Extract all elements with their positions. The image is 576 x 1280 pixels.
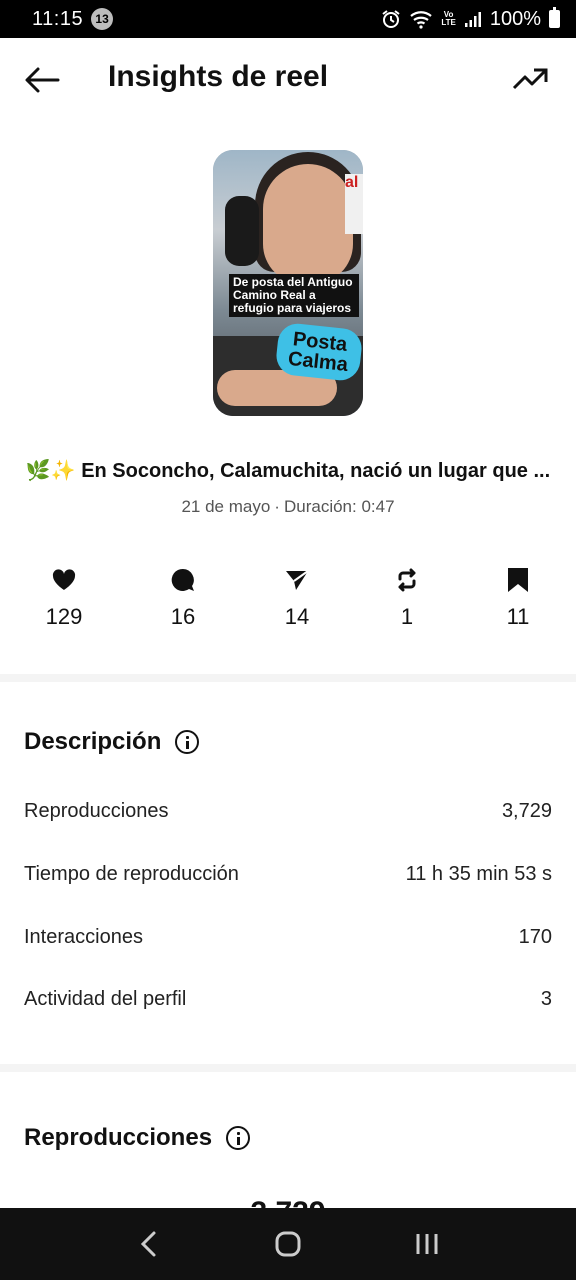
trend-button[interactable] xyxy=(512,64,548,96)
back-arrow-icon xyxy=(25,67,60,93)
nav-back-icon xyxy=(141,1231,156,1257)
views-title: Reproducciones xyxy=(24,1124,251,1152)
metric-row-profile-activity: Actividad del perfil 3 xyxy=(24,988,552,1011)
thumbnail-brand-badge: Posta Calma xyxy=(274,321,363,383)
metric-label: Actividad del perfil xyxy=(24,988,187,1010)
section-divider xyxy=(0,674,576,682)
metric-value: 3,729 xyxy=(501,800,552,822)
metric-value: 11 h 35 min 53 s xyxy=(405,863,552,885)
microphone-icon xyxy=(225,196,259,266)
metric-label: Tiempo de reproducción xyxy=(24,863,239,885)
back-button[interactable] xyxy=(22,64,62,96)
status-bar: 11:15 13 Vo LTE 100% xyxy=(0,0,576,38)
metric-label: Interacciones xyxy=(24,926,143,948)
section-divider xyxy=(0,1064,576,1072)
stat-value: 11 xyxy=(506,604,530,629)
send-icon xyxy=(257,566,337,594)
alarm-icon xyxy=(381,9,401,29)
repost-icon xyxy=(367,566,447,594)
nav-back-button[interactable] xyxy=(129,1224,169,1264)
stat-value: 129 xyxy=(45,604,83,629)
metric-label: Reproducciones xyxy=(24,800,169,822)
views-title-text: Reproducciones xyxy=(24,1124,213,1151)
volte-icon: Vo LTE xyxy=(441,10,456,27)
stat-shares: 14 xyxy=(257,566,337,630)
battery-icon xyxy=(549,7,560,28)
page-title: Insights de reel xyxy=(108,60,329,93)
stat-comments: 16 xyxy=(143,566,223,630)
engagement-stats: 129 16 14 1 11 xyxy=(0,566,576,636)
meta-separator: · xyxy=(274,497,280,516)
wifi-icon xyxy=(409,9,433,29)
stat-value: 16 xyxy=(170,604,196,629)
metric-value: 170 xyxy=(518,926,552,948)
metric-row-watch-time: Tiempo de reproducción 11 h 35 min 53 s xyxy=(24,863,552,886)
stat-saves: 11 xyxy=(478,566,558,630)
status-icons: Vo LTE 100% xyxy=(381,7,560,31)
reel-meta: 21 de mayo · Duración: 0:47 xyxy=(0,497,576,517)
reel-caption[interactable]: 🌿✨ En Soconcho, Calamuchita, nació un lu… xyxy=(0,458,576,483)
bookmark-icon xyxy=(478,566,558,594)
nav-recents-icon xyxy=(416,1234,438,1254)
reel-duration: Duración: 0:47 xyxy=(283,497,395,516)
metric-value: 3 xyxy=(540,988,552,1010)
background-logo: al xyxy=(345,174,363,234)
overview-title: Descripción xyxy=(24,728,200,756)
navigation-bar xyxy=(0,1208,576,1280)
stat-value: 1 xyxy=(400,604,414,629)
metric-row-views: Reproducciones 3,729 xyxy=(24,800,552,823)
metric-row-interactions: Interacciones 170 xyxy=(24,926,552,949)
signal-icon xyxy=(464,10,482,28)
overview-title-text: Descripción xyxy=(24,728,162,755)
thumbnail-face xyxy=(263,164,353,284)
info-icon[interactable] xyxy=(175,730,200,754)
nav-home-button[interactable] xyxy=(268,1224,308,1264)
status-time: 11:15 xyxy=(32,7,84,30)
stat-reposts: 1 xyxy=(367,566,447,630)
reel-date: 21 de mayo xyxy=(181,497,271,516)
trending-up-icon xyxy=(512,68,548,90)
notification-badge: 13 xyxy=(91,8,114,30)
stat-likes: 129 xyxy=(24,566,104,630)
reel-thumbnail[interactable]: al De posta del Antiguo Camino Real a re… xyxy=(213,150,363,416)
nav-home-icon xyxy=(275,1231,301,1257)
nav-recents-button[interactable] xyxy=(407,1224,447,1264)
info-icon[interactable] xyxy=(226,1126,251,1150)
stat-value: 14 xyxy=(284,604,310,629)
comment-icon xyxy=(143,566,223,594)
header: Insights de reel xyxy=(0,38,576,122)
heart-icon xyxy=(24,566,104,594)
battery-percent: 100% xyxy=(489,7,541,30)
thumbnail-overlay-text: De posta del Antiguo Camino Real a refug… xyxy=(229,274,359,317)
